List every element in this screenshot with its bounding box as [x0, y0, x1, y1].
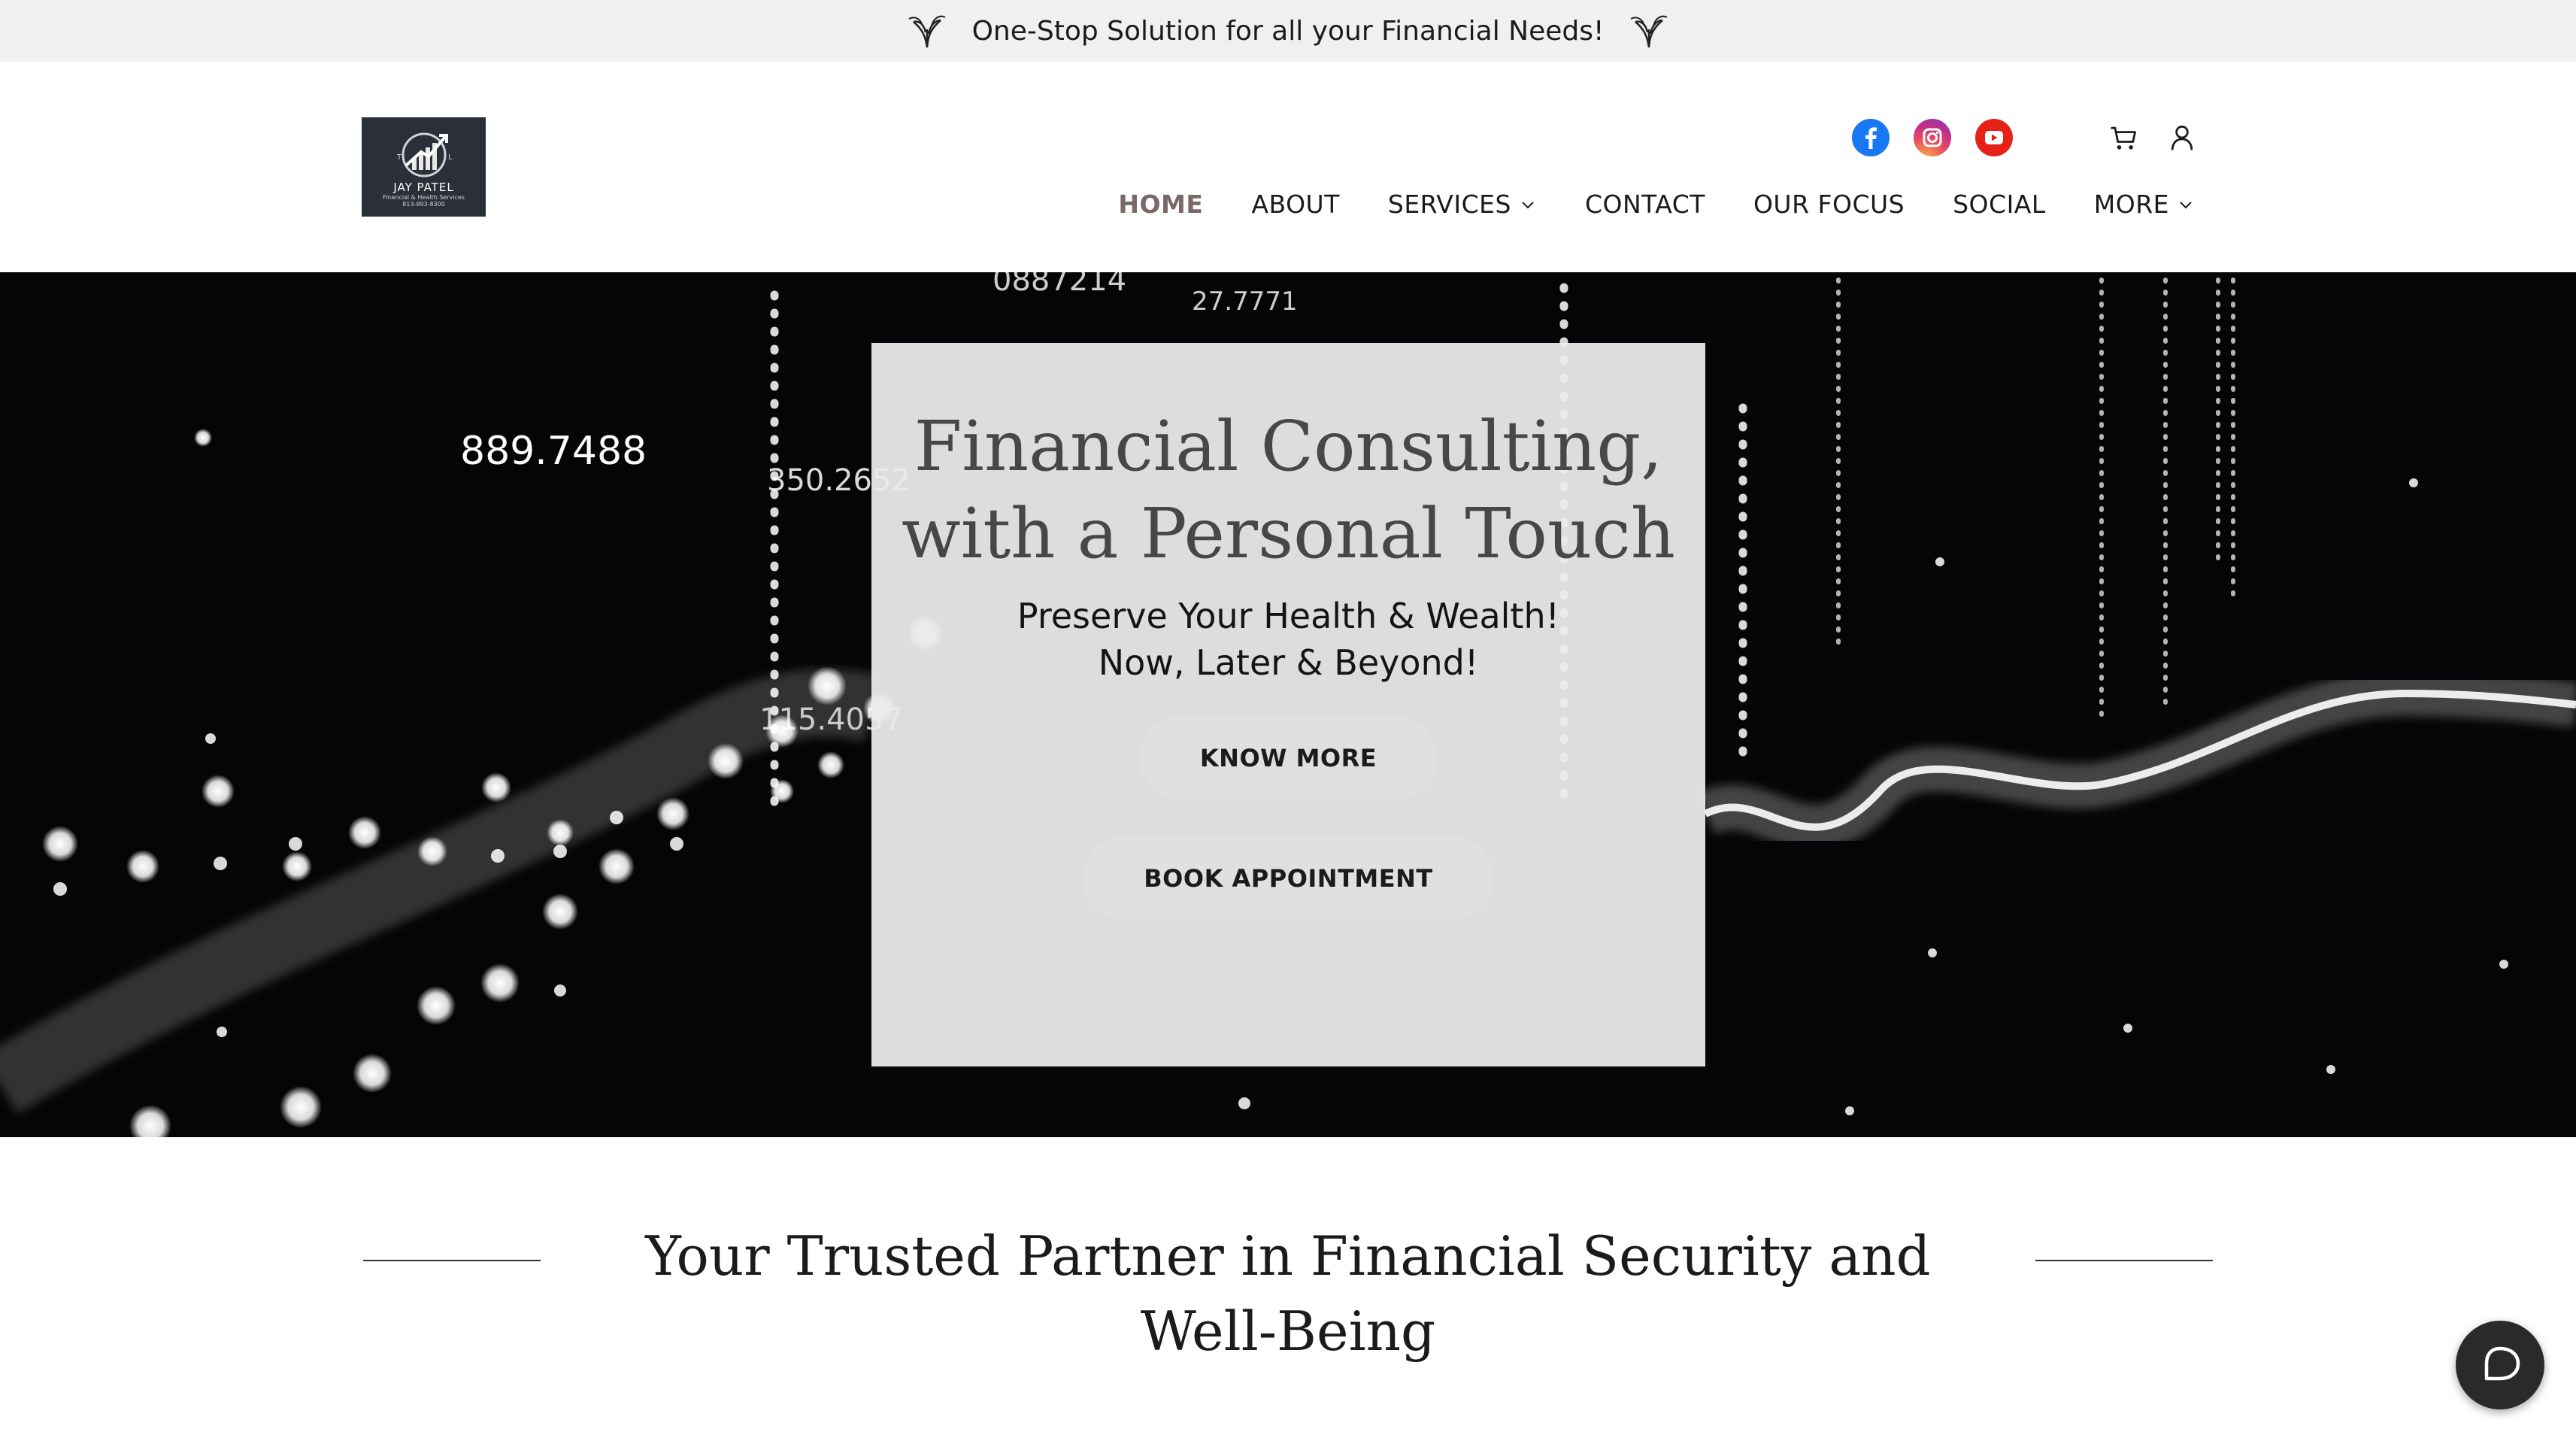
social-links [1852, 119, 2013, 156]
svg-text:L: L [448, 153, 453, 162]
chat-widget-button[interactable] [2456, 1321, 2544, 1409]
hero-section: 889.7488 350.2652 115.4057 0887214 27.77… [0, 272, 2576, 1137]
hero-number-1: 889.7488 [460, 429, 647, 474]
nav-contact-label: CONTACT [1584, 190, 1705, 219]
logo-phone: 813-893-8300 [402, 201, 445, 208]
hero-card: Financial Consulting, with a Personal To… [871, 343, 1705, 1066]
hero-subtitle-line2: Now, Later & Beyond! [1098, 642, 1479, 683]
know-more-button[interactable]: KNOW MORE [1139, 716, 1438, 800]
hero-title: Financial Consulting, with a Personal To… [902, 406, 1675, 574]
chat-bubble-icon [2484, 1346, 2520, 1381]
heading-divider-right [2035, 1260, 2213, 1261]
section-heading-row: Your Trusted Partner in Financial Securi… [0, 1218, 2576, 1369]
site-header: T L JAY PATEL Financial & Health Service… [0, 62, 2576, 272]
nav-our-focus-label: OUR FOCUS [1753, 190, 1905, 219]
main-nav: HOME ABOUT SERVICES CONTACT OUR FOCUS SO… [1118, 190, 2195, 219]
leaf-ornament-left-icon [908, 15, 946, 48]
announcement-bar: One-Stop Solution for all your Financial… [0, 0, 2576, 62]
nav-home[interactable]: HOME [1118, 190, 1203, 219]
youtube-icon[interactable] [1975, 119, 2013, 156]
nav-more-label: MORE [2093, 190, 2169, 219]
hero-subtitle-line1: Preserve Your Health & Wealth! [1017, 596, 1560, 636]
nav-about[interactable]: ABOUT [1251, 190, 1339, 219]
nav-about-label: ABOUT [1251, 190, 1340, 219]
nav-services-label: SERVICES [1387, 190, 1511, 219]
nav-more[interactable]: MORE [2094, 190, 2195, 219]
logo-name: JAY PATEL [393, 181, 454, 194]
facebook-icon[interactable] [1852, 119, 1890, 156]
instagram-icon[interactable] [1914, 119, 1951, 156]
logo-tagline: Financial & Health Services [383, 194, 465, 201]
book-appointment-button[interactable]: BOOK APPOINTMENT [1083, 836, 1493, 921]
cart-icon[interactable] [2105, 119, 2141, 156]
nav-home-label: HOME [1118, 190, 1204, 219]
nav-our-focus[interactable]: OUR FOCUS [1753, 190, 1905, 219]
nav-contact[interactable]: CONTACT [1585, 190, 1705, 219]
hero-number-5: 27.7771 [1192, 287, 1298, 317]
section-heading: Your Trusted Partner in Financial Securi… [645, 1224, 1931, 1363]
nav-services[interactable]: SERVICES [1388, 190, 1537, 219]
leaf-ornament-right-icon [1630, 15, 1668, 48]
chevron-down-icon [2180, 201, 2192, 208]
header-tools [2105, 119, 2200, 156]
hero-number-4: 0887214 [993, 272, 1126, 298]
nav-social-label: SOCIAL [1953, 190, 2046, 219]
announcement-text: One-Stop Solution for all your Financial… [971, 15, 1605, 47]
chart-arrow-logo-icon: T L [396, 132, 453, 177]
account-icon[interactable] [2164, 119, 2200, 156]
chevron-down-icon [1522, 201, 1534, 208]
nav-social[interactable]: SOCIAL [1953, 190, 2046, 219]
svg-text:T: T [396, 153, 402, 162]
heading-divider-left [363, 1260, 541, 1261]
site-logo[interactable]: T L JAY PATEL Financial & Health Service… [362, 117, 486, 217]
